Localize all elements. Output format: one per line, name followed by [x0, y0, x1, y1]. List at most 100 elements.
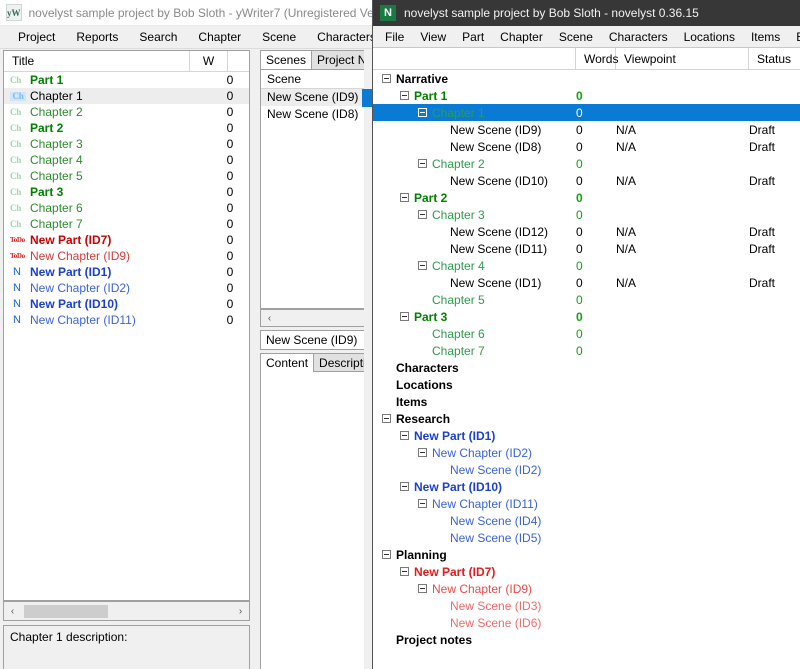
column-header-name[interactable]: [373, 48, 576, 69]
novelyst-tree-row[interactable]: Narrative: [373, 70, 800, 87]
collapse-toggle-icon[interactable]: [400, 193, 409, 202]
novelyst-tree-row[interactable]: New Chapter (ID9): [373, 580, 800, 597]
novelyst-tree-row[interactable]: Part 3 0: [373, 308, 800, 325]
scroll-right-icon[interactable]: ›: [232, 606, 249, 617]
ywriter-selected-scene-title[interactable]: New Scene (ID9): [260, 330, 372, 350]
column-header-words[interactable]: W: [190, 51, 228, 71]
collapse-toggle-icon[interactable]: [382, 74, 391, 83]
collapse-toggle-icon[interactable]: [418, 499, 427, 508]
novelyst-menu-file[interactable]: File: [377, 28, 412, 46]
ywriter-tree-row[interactable]: N New Chapter (ID2) 0: [4, 280, 249, 296]
ywriter-scene-row[interactable]: New Scene (ID8): [261, 106, 371, 123]
novelyst-menu-chapter[interactable]: Chapter: [492, 28, 551, 46]
collapse-toggle-icon[interactable]: [400, 431, 409, 440]
collapse-toggle-icon[interactable]: [418, 210, 427, 219]
ywriter-tree-row[interactable]: N New Part (ID10) 0: [4, 296, 249, 312]
scene-scroll-left-icon[interactable]: ‹: [261, 313, 278, 324]
novelyst-tree-row[interactable]: New Part (ID10): [373, 478, 800, 495]
collapse-toggle-icon[interactable]: [400, 482, 409, 491]
collapse-toggle-icon[interactable]: [418, 159, 427, 168]
novelyst-tree-row[interactable]: Characters: [373, 359, 800, 376]
novelyst-tree-row[interactable]: New Scene (ID1) 0 N/A Draft: [373, 274, 800, 291]
novelyst-tree-row[interactable]: New Scene (ID11) 0 N/A Draft: [373, 240, 800, 257]
ywriter-tree-row[interactable]: Ch Chapter 3 0: [4, 136, 249, 152]
scene-scroll-track[interactable]: [278, 310, 371, 326]
novelyst-menu-items[interactable]: Items: [743, 28, 788, 46]
novelyst-menu-locations[interactable]: Locations: [676, 28, 743, 46]
collapse-toggle-icon[interactable]: [418, 584, 427, 593]
column-header-title[interactable]: Title: [4, 51, 190, 71]
ywriter-tab-scenes[interactable]: Scenes: [260, 50, 313, 69]
ywriter-tree-row[interactable]: Ch Chapter 2 0: [4, 104, 249, 120]
ywriter-tree-row[interactable]: Ch Part 1 0: [4, 72, 249, 88]
scroll-track[interactable]: [21, 603, 232, 619]
novelyst-tree-row[interactable]: New Scene (ID12) 0 N/A Draft: [373, 223, 800, 240]
novelyst-tree-row[interactable]: Research: [373, 410, 800, 427]
novelyst-tree-row[interactable]: New Scene (ID4): [373, 512, 800, 529]
novelyst-tree-row[interactable]: Chapter 7 0: [373, 342, 800, 359]
novelyst-tree-row[interactable]: Part 2 0: [373, 189, 800, 206]
collapse-toggle-icon[interactable]: [382, 414, 391, 423]
novelyst-tree-row[interactable]: New Scene (ID6): [373, 614, 800, 631]
novelyst-tree-row[interactable]: New Scene (ID10) 0 N/A Draft: [373, 172, 800, 189]
novelyst-tree-row[interactable]: Chapter 2 0: [373, 155, 800, 172]
ywriter-tree-hscrollbar[interactable]: ‹ ›: [3, 601, 250, 621]
ywriter-tree-row[interactable]: N New Chapter (ID11) 0: [4, 312, 249, 328]
column-header-viewpoint[interactable]: Viewpoint: [616, 48, 749, 69]
novelyst-menu-view[interactable]: View: [412, 28, 454, 46]
novelyst-tree-row[interactable]: Project notes: [373, 631, 800, 648]
novelyst-tree-row[interactable]: New Scene (ID8) 0 N/A Draft: [373, 138, 800, 155]
scroll-thumb[interactable]: [24, 605, 108, 618]
novelyst-tree-row[interactable]: Items: [373, 393, 800, 410]
ywriter-tree-row[interactable]: Ch Chapter 4 0: [4, 152, 249, 168]
ywriter-menu-reports[interactable]: Reports: [66, 27, 129, 47]
ywriter-tree-row[interactable]: ToDo New Part (ID7) 0: [4, 232, 249, 248]
ywriter-scene-list[interactable]: Scene New Scene (ID9) New Scene (ID8): [260, 69, 372, 309]
ywriter-tree-row[interactable]: N New Part (ID1) 0: [4, 264, 249, 280]
ywriter-tree-row[interactable]: ToDo New Chapter (ID9) 0: [4, 248, 249, 264]
novelyst-menu-scene[interactable]: Scene: [551, 28, 601, 46]
ywriter-content-editor[interactable]: [260, 371, 372, 669]
novelyst-tree-row[interactable]: New Chapter (ID2): [373, 444, 800, 461]
novelyst-tree-row[interactable]: Locations: [373, 376, 800, 393]
column-header-words[interactable]: Words: [576, 48, 618, 69]
ywriter-tree-row[interactable]: Ch Chapter 7 0: [4, 216, 249, 232]
collapse-toggle-icon[interactable]: [418, 108, 427, 117]
ywriter-scene-hscrollbar[interactable]: ‹: [260, 309, 372, 327]
novelyst-tree-row[interactable]: New Part (ID1): [373, 427, 800, 444]
collapse-toggle-icon[interactable]: [400, 312, 409, 321]
ywriter-scene-row[interactable]: New Scene (ID9): [261, 89, 371, 106]
novelyst-tree-row[interactable]: Planning: [373, 546, 800, 563]
ywriter-menu-project[interactable]: Project: [8, 27, 66, 47]
ywriter-tree-row[interactable]: Ch Chapter 6 0: [4, 200, 249, 216]
scroll-left-icon[interactable]: ‹: [4, 606, 21, 617]
ywriter-menu-characters[interactable]: Characters: [307, 27, 374, 47]
novelyst-tree-row[interactable]: New Part (ID7): [373, 563, 800, 580]
ywriter-menu-search[interactable]: Search: [129, 27, 188, 47]
collapse-toggle-icon[interactable]: [400, 91, 409, 100]
ywriter-menu-chapter[interactable]: Chapter: [188, 27, 252, 47]
collapse-toggle-icon[interactable]: [400, 567, 409, 576]
collapse-toggle-icon[interactable]: [418, 261, 427, 270]
novelyst-tree-row[interactable]: Chapter 4 0: [373, 257, 800, 274]
novelyst-tree-row[interactable]: Chapter 3 0: [373, 206, 800, 223]
ywriter-description-box[interactable]: Chapter 1 description:: [3, 625, 250, 669]
novelyst-tree-row[interactable]: Part 1 0: [373, 87, 800, 104]
ywriter-tree-row[interactable]: Ch Chapter 5 0: [4, 168, 249, 184]
novelyst-tree-row[interactable]: New Scene (ID9) 0 N/A Draft: [373, 121, 800, 138]
novelyst-tree-row[interactable]: New Scene (ID5): [373, 529, 800, 546]
scene-column-header[interactable]: Scene: [261, 70, 371, 89]
ywriter-menu-scene[interactable]: Scene: [252, 27, 307, 47]
novelyst-tree-row[interactable]: Chapter 1 0: [373, 104, 800, 121]
novelyst-menu-characters[interactable]: Characters: [601, 28, 676, 46]
novelyst-menu-export[interactable]: Export: [788, 28, 800, 46]
novelyst-tree-row[interactable]: New Chapter (ID11): [373, 495, 800, 512]
collapse-toggle-icon[interactable]: [382, 550, 391, 559]
ywriter-tree-row[interactable]: Ch Part 3 0: [4, 184, 249, 200]
ywriter-tree-panel[interactable]: Title W Ch Part 1 0 Ch Chapter 1 0 Ch Chapter 2…: [3, 50, 250, 601]
novelyst-menu-part[interactable]: Part: [454, 28, 492, 46]
novelyst-tree-row[interactable]: New Scene (ID3): [373, 597, 800, 614]
ywriter-tree-row[interactable]: Ch Chapter 1 0: [4, 88, 249, 104]
ywriter-tree-row[interactable]: Ch Part 2 0: [4, 120, 249, 136]
novelyst-tree-row[interactable]: Chapter 6 0: [373, 325, 800, 342]
